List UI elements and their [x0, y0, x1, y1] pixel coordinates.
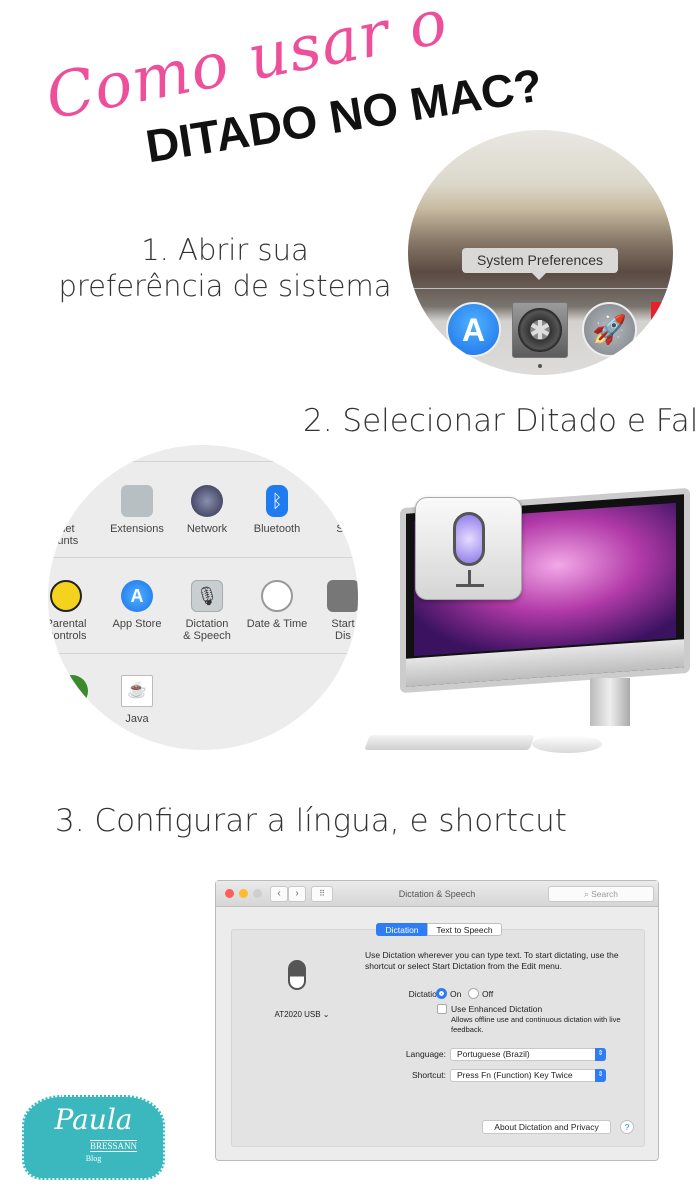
shortcut-select[interactable]: Press Fn (Function) Key Twice ⇕: [450, 1069, 606, 1082]
dictation-label: Dictation:: [408, 989, 444, 999]
clock-icon: [261, 580, 293, 612]
mouse: [532, 735, 602, 753]
pref-dictation-speech[interactable]: 🎙 Dictation & Speech: [167, 580, 247, 642]
tab-text-to-speech[interactable]: Text to Speech: [427, 923, 502, 936]
paula-bressann-logo: Paula BRESSANN Blog: [22, 1095, 165, 1180]
pref-extensions[interactable]: Extensions: [97, 485, 177, 535]
help-button[interactable]: ?: [620, 1120, 634, 1134]
bluetooth-icon: ᛒ: [266, 485, 288, 517]
java-icon: ☕: [121, 675, 153, 707]
enhanced-label: Use Enhanced Dictation: [451, 1004, 543, 1014]
title-bar: ‹ › ⠿ Dictation & Speech ⌕ Search: [216, 881, 658, 907]
enhanced-dictation-checkbox[interactable]: [437, 1004, 447, 1014]
pref-sharing[interactable]: S: [300, 485, 358, 535]
tab-dictation[interactable]: Dictation: [376, 923, 428, 936]
system-preferences-screenshot: ernet counts Extensions Network ᛒ Bluetoo…: [48, 445, 358, 750]
language-label: Language:: [405, 1049, 446, 1059]
dictation-app-icon: [415, 497, 522, 600]
system-preferences-icon[interactable]: ✱: [512, 302, 568, 358]
search-field[interactable]: ⌕ Search: [548, 886, 654, 902]
dictation-off-radio[interactable]: [468, 988, 479, 999]
pref-internet-accounts[interactable]: ernet counts: [48, 485, 102, 547]
pref-java[interactable]: ☕ Java: [97, 675, 177, 725]
logo-sub: Blog: [85, 1154, 102, 1163]
dictation-on-radio[interactable]: [436, 988, 447, 999]
dictation-speech-window: ‹ › ⠿ Dictation & Speech ⌕ Search AT2020…: [215, 880, 659, 1161]
step-2-text: 2. Selecionar Ditado e Fala: [303, 403, 700, 439]
pref-startup-disk[interactable]: Start Dis: [303, 580, 358, 642]
dock-screenshot: System Preferences A ✱ 🚀: [408, 130, 673, 375]
description: Use Dictation wherever you can type text…: [365, 950, 619, 971]
keyboard: [364, 735, 535, 750]
launchpad-icon[interactable]: 🚀: [582, 302, 637, 357]
microphone-icon: [282, 960, 312, 1002]
logo-surname: BRESSANN: [89, 1140, 137, 1152]
dock-tooltip: System Preferences: [462, 248, 618, 280]
step-1-text: 1. Abrir sua preferência de sistema: [40, 232, 410, 304]
stepper-icon: ⇕: [595, 1069, 606, 1082]
step-1-line-1: 1. Abrir sua: [141, 233, 309, 267]
step-1-line-2: preferência de sistema: [58, 269, 392, 303]
parental-icon: [50, 580, 82, 612]
app-store-icon: A: [121, 580, 153, 612]
globe-icon: [191, 485, 223, 517]
logo-name: Paula: [54, 1103, 133, 1136]
stepper-icon: ⇕: [595, 1048, 606, 1061]
pref-app-store[interactable]: A App Store: [97, 580, 177, 630]
running-indicator: [538, 364, 542, 368]
app-store-icon[interactable]: A: [446, 302, 501, 357]
pref-network[interactable]: Network: [167, 485, 247, 535]
app-icon-partial[interactable]: [651, 302, 671, 322]
shortcut-label: Shortcut:: [411, 1070, 446, 1080]
mic-source-select[interactable]: AT2020 USB ⌄: [262, 1010, 342, 1019]
microphone-icon: 🎙: [191, 580, 223, 612]
step-3-text: 3. Configurar a língua, e shortcut: [55, 803, 567, 839]
puzzle-icon: [121, 485, 153, 517]
off-label: Off: [482, 989, 494, 999]
about-dictation-button[interactable]: About Dictation and Privacy: [482, 1120, 611, 1134]
on-label: On: [450, 989, 462, 999]
language-select[interactable]: Portuguese (Brazil) ⇕: [450, 1048, 606, 1061]
enhanced-note: Allows offline use and continuous dictat…: [451, 1015, 621, 1034]
dictation-panel: AT2020 USB ⌄ Use Dictation wherever you …: [231, 929, 645, 1147]
